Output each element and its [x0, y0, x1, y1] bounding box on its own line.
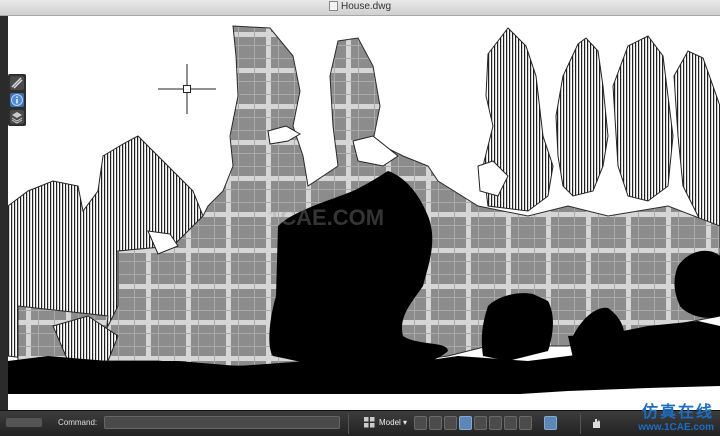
- osnap-button[interactable]: [474, 416, 487, 430]
- info-icon[interactable]: [10, 93, 24, 107]
- model-space-button[interactable]: Model ▾: [376, 416, 410, 430]
- otrack-button[interactable]: [489, 416, 502, 430]
- model-space-label: Model: [379, 418, 401, 427]
- brand-url: www.1CAE.com: [638, 422, 714, 433]
- ortho-mode-button[interactable]: [444, 416, 457, 430]
- chevron-down-icon: ▾: [403, 418, 408, 427]
- separator: [580, 414, 581, 434]
- left-edge: [0, 16, 8, 410]
- command-label: Command:: [58, 418, 98, 427]
- stack-icon[interactable]: [10, 110, 24, 124]
- polar-tracking-button[interactable]: [459, 416, 472, 430]
- transparency-button[interactable]: [519, 416, 532, 430]
- crosshair-cursor: [158, 64, 216, 114]
- command-grip[interactable]: [6, 418, 42, 427]
- document-icon: [328, 1, 338, 11]
- separator: [348, 414, 349, 434]
- layers-icon[interactable]: [10, 76, 24, 90]
- lineweight-button[interactable]: [504, 416, 517, 430]
- brand-watermark: 仿真在线 www.1CAE.com: [638, 398, 714, 433]
- grid-display-icon[interactable]: [364, 417, 375, 428]
- command-input[interactable]: [104, 416, 340, 429]
- title-bar: House.dwg: [0, 0, 720, 16]
- quick-properties-button[interactable]: [544, 416, 557, 430]
- tool-palette: [8, 74, 26, 126]
- pan-hand-icon[interactable]: [590, 417, 602, 429]
- watermark-text: 1CAE.COM: [268, 205, 385, 230]
- brand-cn-text: 仿真在线: [641, 402, 714, 421]
- baseline-strip: [8, 394, 720, 410]
- snap-mode-button[interactable]: [414, 416, 427, 430]
- window-title: House.dwg: [0, 1, 720, 12]
- grid-mode-button[interactable]: [429, 416, 442, 430]
- status-bar: Command: Model ▾: [0, 410, 720, 436]
- window-title-text: House.dwg: [340, 1, 392, 12]
